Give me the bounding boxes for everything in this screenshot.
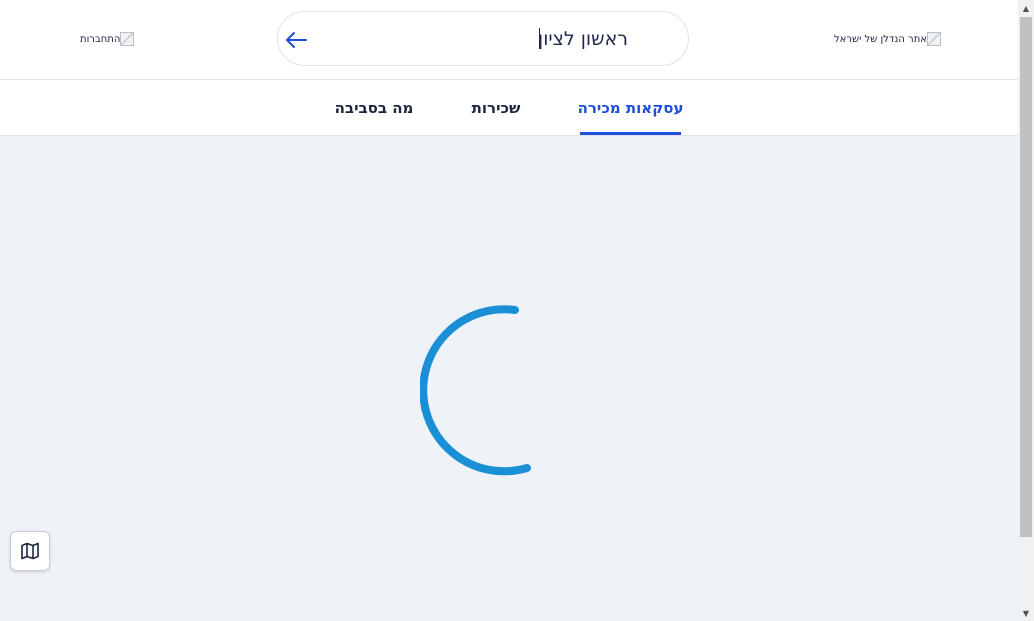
tab-label: עסקאות מכירה	[577, 98, 684, 117]
page: אתר הנדלן של ישראל התחברות עסקאות מכירה …	[0, 0, 1018, 621]
scroll-down-icon[interactable]: ▼	[1018, 605, 1034, 621]
text-caret	[539, 28, 540, 49]
map-icon	[21, 542, 39, 560]
logo-alt-text: אתר הנדלן של ישראל	[834, 33, 927, 45]
scrollbar-thumb[interactable]	[1020, 17, 1032, 537]
login-image-icon	[120, 32, 135, 46]
site-logo[interactable]: אתר הנדלן של ישראל	[834, 31, 941, 47]
header: אתר הנדלן של ישראל התחברות	[0, 0, 1018, 80]
vertical-scrollbar[interactable]: ▲ ▼	[1018, 0, 1034, 621]
search-box	[277, 11, 689, 66]
logo-image-icon	[926, 32, 941, 46]
scroll-up-icon[interactable]: ▲	[1018, 0, 1034, 16]
login-alt-text: התחברות	[80, 33, 121, 45]
login-button[interactable]: התחברות	[80, 31, 135, 47]
map-view-button[interactable]	[10, 531, 50, 571]
tabs-bar: עסקאות מכירה שכירות מה בסביבה	[0, 80, 1018, 136]
tab-nearby[interactable]: מה בסביבה	[334, 80, 414, 135]
search-input[interactable]	[318, 24, 628, 54]
back-button[interactable]	[282, 26, 310, 54]
tab-rentals[interactable]: שכירות	[470, 80, 522, 135]
arrow-left-icon	[286, 32, 307, 48]
tab-label: שכירות	[471, 98, 521, 117]
loading-spinner-icon	[420, 305, 531, 476]
tab-sales-deals[interactable]: עסקאות מכירה	[577, 80, 684, 135]
tab-label: מה בסביבה	[334, 98, 414, 117]
